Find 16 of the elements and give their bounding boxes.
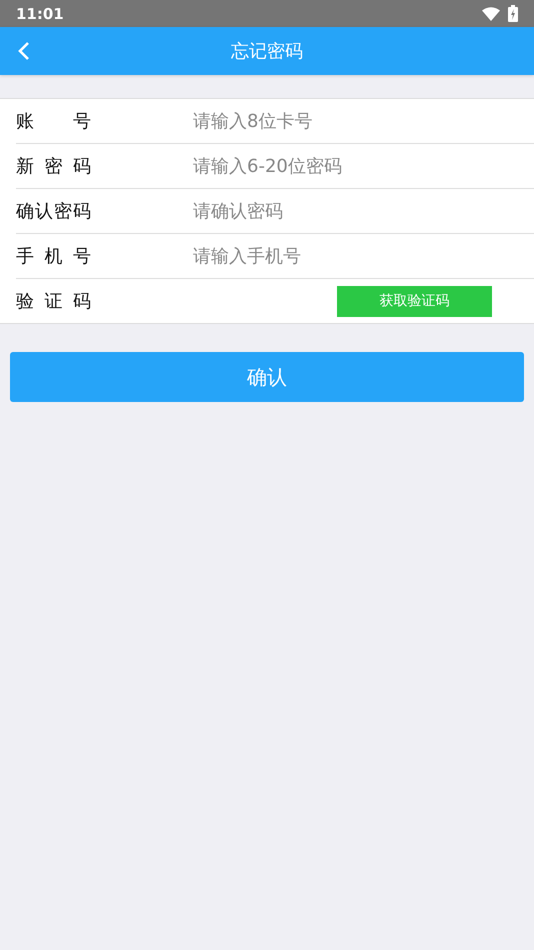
wifi-icon bbox=[482, 6, 500, 20]
page-title: 忘记密码 bbox=[231, 40, 303, 63]
battery-icon bbox=[508, 5, 518, 22]
field-label: 验 证 码 bbox=[16, 290, 91, 313]
get-code-button[interactable]: 获取验证码 bbox=[337, 286, 492, 316]
field-label: 手 机 号 bbox=[16, 245, 91, 268]
field-label: 账 号 bbox=[16, 110, 91, 133]
input-field[interactable]: 请输入6-20位密码 bbox=[193, 151, 534, 181]
field-label: 新 密 码 bbox=[16, 155, 91, 178]
status-time: 11:01 bbox=[16, 4, 64, 22]
field-label: 确认密码 bbox=[16, 200, 91, 223]
back-icon[interactable] bbox=[17, 41, 31, 61]
input-field[interactable]: 请输入8位卡号 bbox=[193, 106, 534, 136]
confirm-button[interactable]: 确认 bbox=[10, 352, 524, 402]
input-field[interactable]: 请输入手机号 bbox=[193, 241, 534, 271]
input-field[interactable]: 请确认密码 bbox=[193, 196, 534, 226]
